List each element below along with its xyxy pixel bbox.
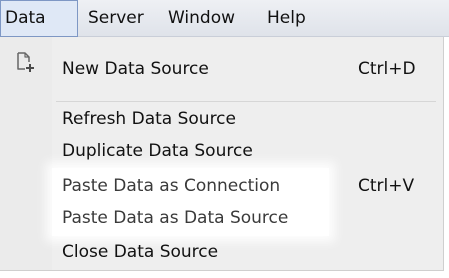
menu-item-label: Duplicate Data Source bbox=[62, 141, 253, 161]
menu-bar: Data Server Window Help bbox=[0, 0, 449, 37]
application-window: Data Server Window Help New Data Source … bbox=[0, 0, 449, 278]
menu-help[interactable]: Help bbox=[267, 0, 306, 37]
menu-item-shortcut: Ctrl+V bbox=[358, 176, 415, 196]
menu-item-shortcut: Ctrl+D bbox=[358, 59, 416, 79]
menu-window[interactable]: Window bbox=[168, 0, 235, 37]
menu-item-label: New Data Source bbox=[62, 59, 209, 79]
menu-item-paste-as-data-source[interactable]: Paste Data as Data Source bbox=[52, 201, 442, 235]
menu-data[interactable]: Data bbox=[0, 0, 78, 37]
menu-item-label: Refresh Data Source bbox=[62, 109, 236, 129]
menu-item-new-data-source[interactable]: New Data Source Ctrl+D bbox=[52, 52, 442, 86]
menu-item-close-data-source[interactable]: Close Data Source bbox=[52, 235, 442, 269]
menu-server[interactable]: Server bbox=[88, 0, 144, 37]
new-data-source-icon bbox=[17, 52, 34, 72]
menu-item-label: Paste Data as Data Source bbox=[62, 208, 289, 228]
menu-item-refresh-data-source[interactable]: Refresh Data Source bbox=[52, 102, 442, 136]
menu-item-duplicate-data-source[interactable]: Duplicate Data Source bbox=[52, 134, 442, 168]
data-menu-dropdown: New Data Source Ctrl+D Refresh Data Sour… bbox=[0, 37, 444, 271]
menu-item-label: Paste Data as Connection bbox=[62, 176, 281, 196]
menu-item-label: Close Data Source bbox=[62, 242, 219, 262]
menu-item-paste-as-connection[interactable]: Paste Data as Connection Ctrl+V bbox=[52, 169, 442, 203]
